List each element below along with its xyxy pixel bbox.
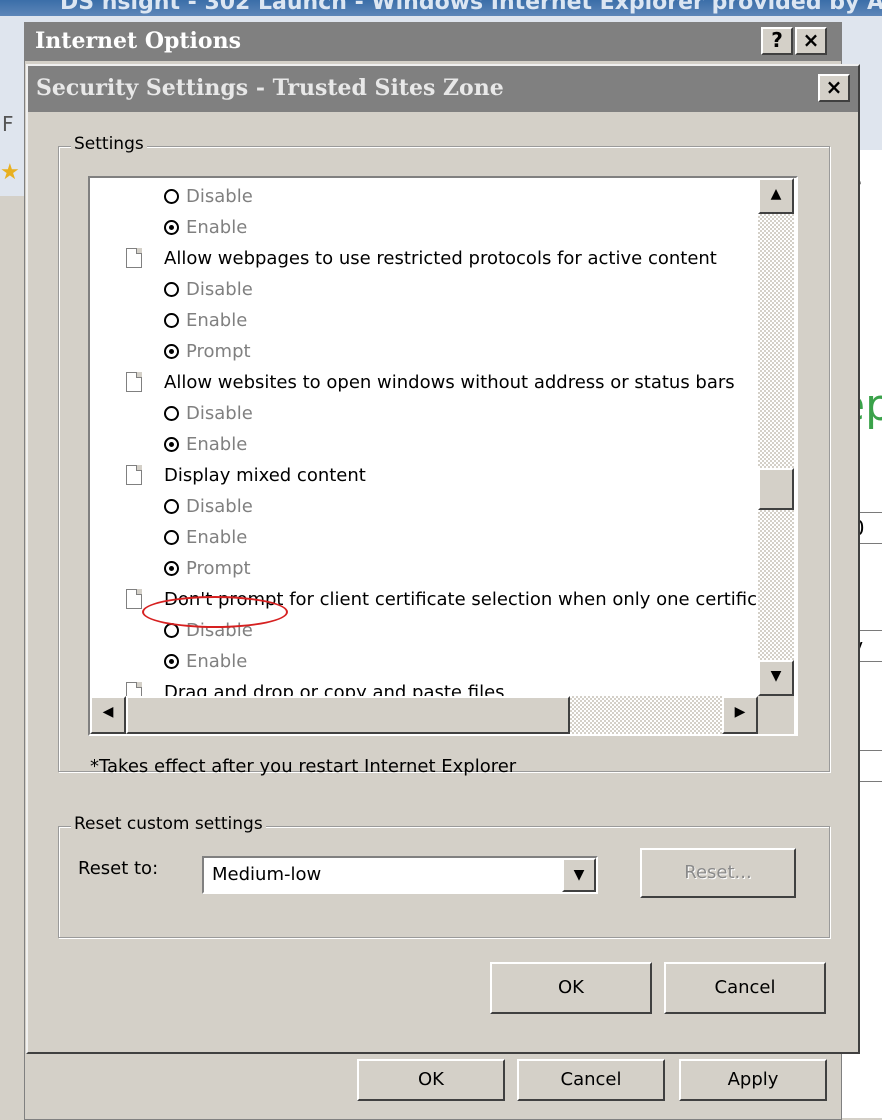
scroll-down-button[interactable]: ▼ bbox=[758, 660, 794, 696]
settings-listbox[interactable]: Disable Enable Allow webpages to use restr… bbox=[88, 176, 798, 736]
help-button[interactable]: ? bbox=[761, 27, 793, 55]
document-icon bbox=[126, 248, 142, 268]
browser-titlebar: DS nsight - 302 Launch - Windows Interne… bbox=[0, 0, 882, 16]
ok-button[interactable]: OK bbox=[357, 1059, 505, 1101]
setting-label: Display mixed content bbox=[164, 465, 366, 486]
document-icon bbox=[126, 589, 142, 609]
close-button[interactable]: × bbox=[818, 74, 850, 102]
radio-selected-icon[interactable] bbox=[164, 561, 179, 576]
scroll-right-button[interactable]: ▶ bbox=[722, 696, 758, 734]
setting-label: Enable bbox=[186, 217, 248, 238]
radio-unselected-icon[interactable] bbox=[164, 189, 179, 204]
radio-selected-icon[interactable] bbox=[164, 437, 179, 452]
scroll-up-button[interactable]: ▲ bbox=[758, 178, 794, 214]
settings-group-label: Settings bbox=[71, 134, 147, 154]
internet-options-titlebar: Internet Options ? × bbox=[25, 23, 841, 61]
setting-label: Enable bbox=[186, 527, 248, 548]
document-icon bbox=[126, 682, 142, 696]
radio-unselected-icon[interactable] bbox=[164, 406, 179, 421]
radio-unselected-icon[interactable] bbox=[164, 530, 179, 545]
favorites-star-icon: ★ bbox=[0, 160, 20, 185]
cancel-button[interactable]: Cancel bbox=[517, 1059, 665, 1101]
cancel-button[interactable]: Cancel bbox=[664, 962, 826, 1014]
setting-label: Disable bbox=[186, 496, 253, 517]
reset-button[interactable]: Reset... bbox=[640, 848, 796, 898]
setting-label: Disable bbox=[186, 403, 253, 424]
highlight-circle bbox=[142, 596, 288, 628]
chevron-down-icon[interactable]: ▼ bbox=[562, 858, 596, 892]
horizontal-scrollbar[interactable]: ◀ ▶ bbox=[90, 696, 758, 734]
vertical-scroll-thumb[interactable] bbox=[758, 468, 794, 510]
setting-label: Enable bbox=[186, 310, 248, 331]
setting-label: Drag and drop or copy and paste files bbox=[164, 682, 505, 696]
internet-options-title: Internet Options bbox=[35, 28, 241, 54]
setting-label: Enable bbox=[186, 651, 248, 672]
ok-button[interactable]: OK bbox=[490, 962, 652, 1014]
reset-level-value: Medium-low bbox=[212, 864, 322, 885]
security-settings-dialog: Security Settings - Trusted Sites Zone ×… bbox=[26, 64, 860, 1054]
scroll-left-button[interactable]: ◀ bbox=[90, 696, 126, 734]
setting-label: Allow websites to open windows without a… bbox=[164, 372, 735, 393]
close-button[interactable]: × bbox=[795, 27, 827, 55]
setting-label: Prompt bbox=[186, 558, 251, 579]
reset-to-label: Reset to: bbox=[78, 858, 159, 879]
security-settings-titlebar: Security Settings - Trusted Sites Zone × bbox=[28, 66, 858, 112]
browser-title: DS nsight - 302 Launch - Windows Interne… bbox=[60, 0, 882, 15]
setting-label: Allow webpages to use restricted protoco… bbox=[164, 248, 717, 269]
reset-level-dropdown[interactable]: Medium-low ▼ bbox=[202, 856, 598, 894]
reset-group-label: Reset custom settings bbox=[71, 814, 266, 834]
radio-selected-icon[interactable] bbox=[164, 220, 179, 235]
browser-menu-fragment: F bbox=[2, 112, 14, 136]
apply-button[interactable]: Apply bbox=[679, 1059, 827, 1101]
radio-selected-icon[interactable] bbox=[164, 654, 179, 669]
horizontal-scroll-thumb[interactable] bbox=[126, 696, 570, 734]
setting-label: Enable bbox=[186, 434, 248, 455]
vertical-scrollbar[interactable]: ▲ ▼ bbox=[758, 178, 794, 696]
document-icon bbox=[126, 372, 142, 392]
restart-note: *Takes effect after you restart Internet… bbox=[90, 756, 517, 777]
setting-label: Disable bbox=[186, 186, 253, 207]
security-settings-title: Security Settings - Trusted Sites Zone bbox=[36, 75, 504, 101]
setting-label: Prompt bbox=[186, 341, 251, 362]
setting-label: Disable bbox=[186, 279, 253, 300]
radio-unselected-icon[interactable] bbox=[164, 313, 179, 328]
document-icon bbox=[126, 465, 142, 485]
radio-unselected-icon[interactable] bbox=[164, 282, 179, 297]
scrollbar-corner bbox=[758, 696, 794, 734]
radio-unselected-icon[interactable] bbox=[164, 499, 179, 514]
radio-selected-icon[interactable] bbox=[164, 344, 179, 359]
